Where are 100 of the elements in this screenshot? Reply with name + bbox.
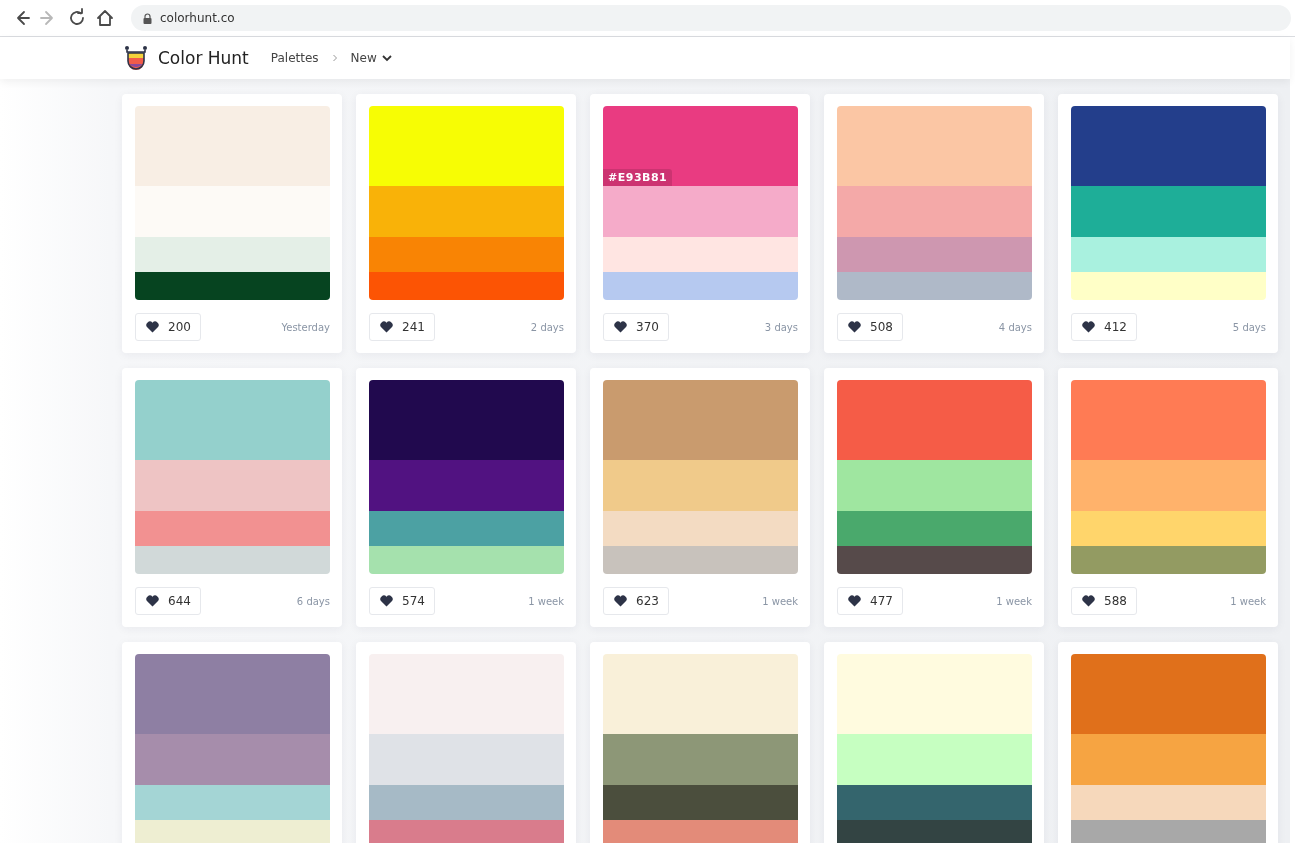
like-button[interactable]: 574 bbox=[369, 587, 435, 615]
like-button[interactable]: 477 bbox=[837, 587, 903, 615]
color-swatch[interactable] bbox=[837, 511, 1032, 546]
heart-icon bbox=[848, 321, 861, 333]
like-button[interactable]: 644 bbox=[135, 587, 201, 615]
color-swatch[interactable] bbox=[1071, 272, 1266, 300]
color-swatch[interactable] bbox=[837, 820, 1032, 843]
color-swatch[interactable] bbox=[1071, 186, 1266, 237]
color-swatch[interactable] bbox=[135, 820, 330, 843]
color-swatch[interactable] bbox=[837, 380, 1032, 460]
color-swatch[interactable] bbox=[1071, 546, 1266, 574]
heart-icon bbox=[380, 321, 393, 333]
heart-icon bbox=[146, 595, 159, 607]
color-swatch[interactable] bbox=[1071, 654, 1266, 734]
heart-icon bbox=[614, 321, 627, 333]
color-swatch[interactable] bbox=[369, 820, 564, 843]
like-button[interactable]: 588 bbox=[1071, 587, 1137, 615]
heart-icon bbox=[848, 595, 861, 607]
color-swatch[interactable] bbox=[837, 237, 1032, 272]
color-swatch[interactable] bbox=[135, 272, 330, 300]
like-button[interactable]: 200 bbox=[135, 313, 201, 341]
chevron-icon bbox=[330, 54, 339, 62]
color-swatch[interactable] bbox=[135, 186, 330, 237]
color-swatch[interactable] bbox=[1071, 460, 1266, 511]
address-bar[interactable]: colorhunt.co bbox=[131, 5, 1291, 31]
color-swatch[interactable] bbox=[603, 460, 798, 511]
like-button[interactable]: 370 bbox=[603, 313, 669, 341]
color-swatch[interactable] bbox=[603, 272, 798, 300]
color-swatch[interactable] bbox=[369, 186, 564, 237]
color-swatch[interactable] bbox=[603, 380, 798, 460]
color-swatch[interactable] bbox=[837, 785, 1032, 820]
color-swatch[interactable] bbox=[135, 546, 330, 574]
color-swatch[interactable] bbox=[135, 380, 330, 460]
color-swatch[interactable] bbox=[837, 654, 1032, 734]
color-swatch[interactable] bbox=[369, 511, 564, 546]
palette-age: 1 week bbox=[1230, 595, 1266, 607]
color-swatch[interactable] bbox=[1071, 785, 1266, 820]
color-swatch[interactable] bbox=[1071, 106, 1266, 186]
color-swatch[interactable] bbox=[1071, 511, 1266, 546]
color-swatch[interactable] bbox=[603, 654, 798, 734]
color-swatch[interactable] bbox=[603, 511, 798, 546]
color-swatch[interactable] bbox=[1071, 380, 1266, 460]
heart-icon bbox=[146, 321, 159, 333]
palette-age: 3 days bbox=[764, 321, 798, 333]
like-button[interactable]: 508 bbox=[837, 313, 903, 341]
hex-code-label: #E93B81 bbox=[603, 169, 673, 186]
heart-icon bbox=[380, 595, 393, 607]
palette-age: 2 days bbox=[530, 321, 564, 333]
color-swatch[interactable] bbox=[837, 460, 1032, 511]
color-swatch[interactable] bbox=[1071, 820, 1266, 843]
lock-icon bbox=[143, 12, 152, 24]
color-swatch[interactable] bbox=[369, 237, 564, 272]
color-swatch[interactable] bbox=[837, 186, 1032, 237]
palette-age: 1 week bbox=[996, 595, 1032, 607]
palette-age: 4 days bbox=[998, 321, 1032, 333]
palette-age: 1 week bbox=[528, 595, 564, 607]
color-swatch[interactable] bbox=[369, 272, 564, 300]
color-swatch[interactable] bbox=[603, 186, 798, 237]
color-swatch[interactable] bbox=[603, 237, 798, 272]
color-swatch[interactable] bbox=[837, 546, 1032, 574]
color-swatch[interactable] bbox=[135, 460, 330, 511]
color-swatch[interactable] bbox=[837, 272, 1032, 300]
color-swatch[interactable] bbox=[603, 785, 798, 820]
home-icon[interactable] bbox=[95, 8, 115, 28]
color-swatch[interactable] bbox=[603, 820, 798, 843]
color-swatch[interactable] bbox=[837, 106, 1032, 186]
palette-age: 5 days bbox=[1232, 321, 1266, 333]
color-swatch[interactable] bbox=[1071, 237, 1266, 272]
color-swatch[interactable] bbox=[837, 734, 1032, 785]
color-swatch[interactable] bbox=[603, 546, 798, 574]
brand-name[interactable]: Color Hunt bbox=[158, 48, 249, 68]
color-swatch[interactable] bbox=[135, 106, 330, 186]
color-swatch[interactable] bbox=[135, 785, 330, 820]
color-swatch[interactable] bbox=[1071, 734, 1266, 785]
logo-icon[interactable] bbox=[124, 45, 148, 71]
like-button[interactable]: 623 bbox=[603, 587, 669, 615]
breadcrumb-link[interactable]: Palettes bbox=[270, 51, 319, 65]
color-swatch[interactable] bbox=[135, 511, 330, 546]
color-swatch[interactable] bbox=[135, 237, 330, 272]
palette-age: Yesterday bbox=[281, 321, 330, 333]
like-button[interactable]: 412 bbox=[1071, 313, 1137, 341]
color-swatch[interactable]: #E93B81 bbox=[603, 106, 798, 186]
color-swatch[interactable] bbox=[369, 734, 564, 785]
color-swatch[interactable] bbox=[369, 785, 564, 820]
palette-age: 6 days bbox=[296, 595, 330, 607]
color-swatch[interactable] bbox=[369, 546, 564, 574]
color-swatch[interactable] bbox=[603, 734, 798, 785]
sort-dropdown[interactable]: New bbox=[350, 51, 392, 65]
color-swatch[interactable] bbox=[135, 734, 330, 785]
color-swatch[interactable] bbox=[369, 106, 564, 186]
color-swatch[interactable] bbox=[369, 460, 564, 511]
caret-icon bbox=[381, 54, 392, 62]
like-button[interactable]: 241 bbox=[369, 313, 435, 341]
palette-age: 1 week bbox=[762, 595, 798, 607]
color-swatch[interactable] bbox=[369, 654, 564, 734]
reload-icon[interactable] bbox=[67, 8, 87, 28]
color-swatch[interactable] bbox=[369, 380, 564, 460]
heart-icon bbox=[1082, 321, 1095, 333]
color-swatch[interactable] bbox=[135, 654, 330, 734]
heart-icon bbox=[614, 595, 627, 607]
